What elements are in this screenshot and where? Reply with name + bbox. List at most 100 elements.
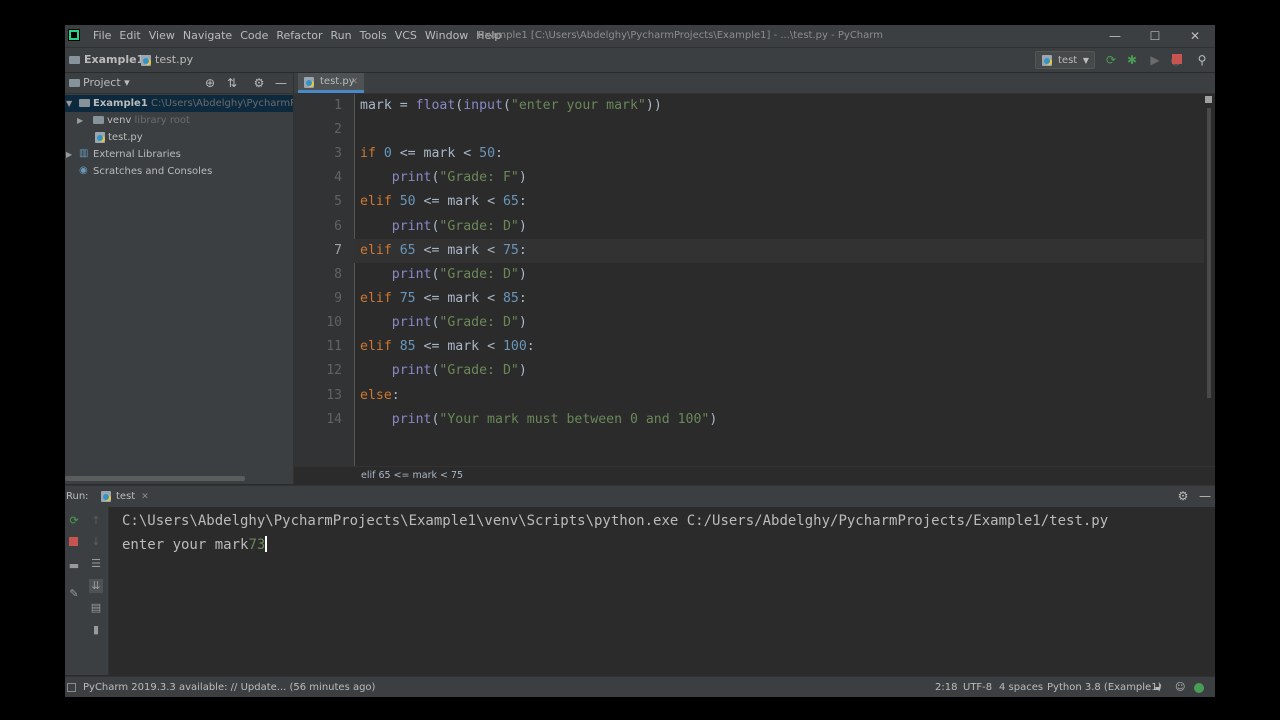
- stop-icon[interactable]: [69, 537, 78, 546]
- status-bar: PyCharm 2019.3.3 available: // Update...…: [65, 676, 1215, 697]
- pycharm-window: File Edit View Navigate Code Refactor Ru…: [65, 25, 1215, 697]
- code-line[interactable]: if 0 <= mark < 50:: [360, 142, 503, 166]
- menu-run[interactable]: Run: [327, 25, 356, 47]
- gear-icon[interactable]: ⚙: [252, 76, 266, 90]
- editor-vertical-scrollbar[interactable]: [1204, 94, 1215, 466]
- console-input[interactable]: 73: [248, 537, 265, 553]
- tree-label: Scratches and Consoles: [93, 166, 213, 177]
- python-file-icon: [304, 77, 314, 88]
- python-interpreter[interactable]: Python 3.8 (Example1): [1047, 677, 1161, 697]
- lock-icon[interactable]: 🔓︎: [1155, 677, 1161, 697]
- close-button[interactable]: ✕: [1175, 25, 1215, 47]
- close-tab-icon[interactable]: ✕: [350, 73, 358, 91]
- scroll-down-icon[interactable]: ↓: [89, 535, 103, 549]
- tree-item-example1[interactable]: ▼ Example1 C:\Users\Abdelghy\PycharmProj…: [65, 95, 293, 112]
- code-line[interactable]: mark = float(input("enter your mark")): [360, 94, 662, 118]
- debug-icon[interactable]: ✱: [1125, 53, 1139, 67]
- console-prompt-line[interactable]: enter your mark73: [122, 533, 268, 557]
- nav-crumb-file[interactable]: test.py: [141, 48, 193, 72]
- tree-item-test-py[interactable]: test.py: [65, 129, 293, 146]
- console-command-line: C:\Users\Abdelghy\PycharmProjects\Exampl…: [122, 513, 1109, 529]
- tree-label: test.py: [108, 132, 143, 143]
- stop-icon[interactable]: [1172, 54, 1182, 64]
- coverage-icon[interactable]: ▶: [1148, 53, 1162, 67]
- scrollbar-thumb[interactable]: [1207, 108, 1211, 398]
- code-line[interactable]: elif 75 <= mark < 85:: [360, 287, 527, 311]
- project-tree: ▼ Example1 C:\Users\Abdelghy\PycharmProj…: [65, 94, 293, 484]
- tree-item-scratches[interactable]: ◉ Scratches and Consoles: [65, 163, 293, 180]
- nav-crumb-project[interactable]: Example1: [69, 48, 144, 72]
- line-number: 9: [334, 291, 342, 306]
- code-line[interactable]: print("Grade: D"): [360, 215, 527, 239]
- tree-item-external-libraries[interactable]: ▶ ▥ External Libraries: [65, 146, 293, 163]
- title-bar: File Edit View Navigate Code Refactor Ru…: [65, 25, 1215, 48]
- nav-file-label: test.py: [155, 53, 194, 66]
- run-tab-test[interactable]: test ✕: [99, 486, 160, 507]
- editor-tab-test-py[interactable]: test.py ✕: [298, 73, 364, 93]
- print-icon[interactable]: ▤: [89, 601, 103, 615]
- expand-arrow-icon[interactable]: ▶: [77, 112, 83, 129]
- code-line[interactable]: elif 85 <= mark < 100:: [360, 335, 535, 359]
- code-line-current[interactable]: elif 65 <= mark < 75:: [354, 239, 1210, 263]
- rerun-icon[interactable]: ⟳: [67, 514, 81, 528]
- event-log-icon[interactable]: [1194, 683, 1204, 693]
- trash-icon[interactable]: ▮: [89, 623, 103, 637]
- run-console[interactable]: C:\Users\Abdelghy\PycharmProjects\Exampl…: [109, 507, 1215, 675]
- tree-item-venv[interactable]: ▶ venv library root: [65, 112, 293, 129]
- line-number: 11: [326, 339, 342, 354]
- menu-navigate[interactable]: Navigate: [179, 25, 236, 47]
- code-line[interactable]: print("Grade: D"): [360, 311, 527, 335]
- close-tab-icon[interactable]: ✕: [141, 492, 149, 502]
- tree-label: venv: [107, 115, 132, 126]
- code-line[interactable]: elif 50 <= mark < 65:: [360, 190, 527, 214]
- run-configuration-select[interactable]: test ▼: [1035, 51, 1095, 69]
- code-line[interactable]: print("Grade: D"): [360, 359, 527, 383]
- rerun-icon[interactable]: ⟳: [1104, 53, 1118, 67]
- collapse-all-icon[interactable]: ⇅: [225, 76, 239, 90]
- menu-vcs[interactable]: VCS: [391, 25, 421, 47]
- caret-position[interactable]: 2:18: [935, 677, 957, 697]
- menu-view[interactable]: View: [145, 25, 179, 47]
- minimize-button[interactable]: —: [1095, 25, 1135, 47]
- inspection-status-icon[interactable]: [1205, 96, 1212, 103]
- code-line[interactable]: else:: [360, 384, 400, 408]
- menu-code[interactable]: Code: [236, 25, 272, 47]
- hide-panel-icon[interactable]: —: [274, 76, 288, 90]
- project-panel-title[interactable]: Project ▾: [83, 73, 130, 93]
- file-encoding[interactable]: UTF-8: [963, 677, 992, 697]
- code-breadcrumb[interactable]: elif 65 <= mark < 75: [294, 466, 1215, 484]
- console-prompt: enter your mark: [122, 537, 249, 553]
- run-tab-label: test: [116, 491, 136, 502]
- hide-panel-icon[interactable]: —: [1198, 489, 1212, 503]
- scroll-to-end-icon[interactable]: ⇊: [89, 579, 103, 593]
- expand-arrow-icon[interactable]: ▶: [66, 146, 72, 163]
- soft-wrap-icon[interactable]: ☰: [89, 557, 103, 571]
- menu-tools[interactable]: Tools: [356, 25, 391, 47]
- expand-arrow-icon[interactable]: ▼: [66, 95, 72, 112]
- scroll-up-icon[interactable]: ↑: [89, 514, 103, 528]
- tool-windows-toggle-icon[interactable]: [67, 683, 76, 692]
- text-caret: [265, 536, 268, 552]
- maximize-button[interactable]: ☐: [1135, 25, 1175, 47]
- scratches-icon: ◉: [79, 165, 88, 176]
- code-line[interactable]: print("Your mark must between 0 and 100"…: [360, 408, 718, 432]
- menu-refactor[interactable]: Refactor: [272, 25, 326, 47]
- menu-file[interactable]: File: [89, 25, 115, 47]
- nav-project-label: Example1: [84, 53, 145, 66]
- code-editor[interactable]: mark = float(input("enter your mark")) i…: [354, 94, 1210, 466]
- project-horizontal-scrollbar[interactable]: [65, 476, 245, 481]
- indent-setting[interactable]: 4 spaces: [999, 677, 1043, 697]
- locate-icon[interactable]: ⊕: [203, 76, 217, 90]
- status-message[interactable]: PyCharm 2019.3.3 available: // Update...…: [83, 677, 375, 697]
- inspector-icon[interactable]: ☺: [1175, 677, 1185, 697]
- menu-edit[interactable]: Edit: [115, 25, 144, 47]
- code-line[interactable]: print("Grade: D"): [360, 263, 527, 287]
- menu-window[interactable]: Window: [421, 25, 472, 47]
- gear-icon[interactable]: ⚙: [1176, 489, 1190, 503]
- run-panel-label: Run:: [66, 491, 89, 502]
- code-line[interactable]: print("Grade: F"): [360, 166, 527, 190]
- line-number: 6: [334, 219, 342, 234]
- layout-icon[interactable]: ▬: [67, 559, 81, 573]
- pin-icon[interactable]: ✎: [67, 587, 81, 601]
- search-icon[interactable]: ⚲: [1195, 53, 1209, 67]
